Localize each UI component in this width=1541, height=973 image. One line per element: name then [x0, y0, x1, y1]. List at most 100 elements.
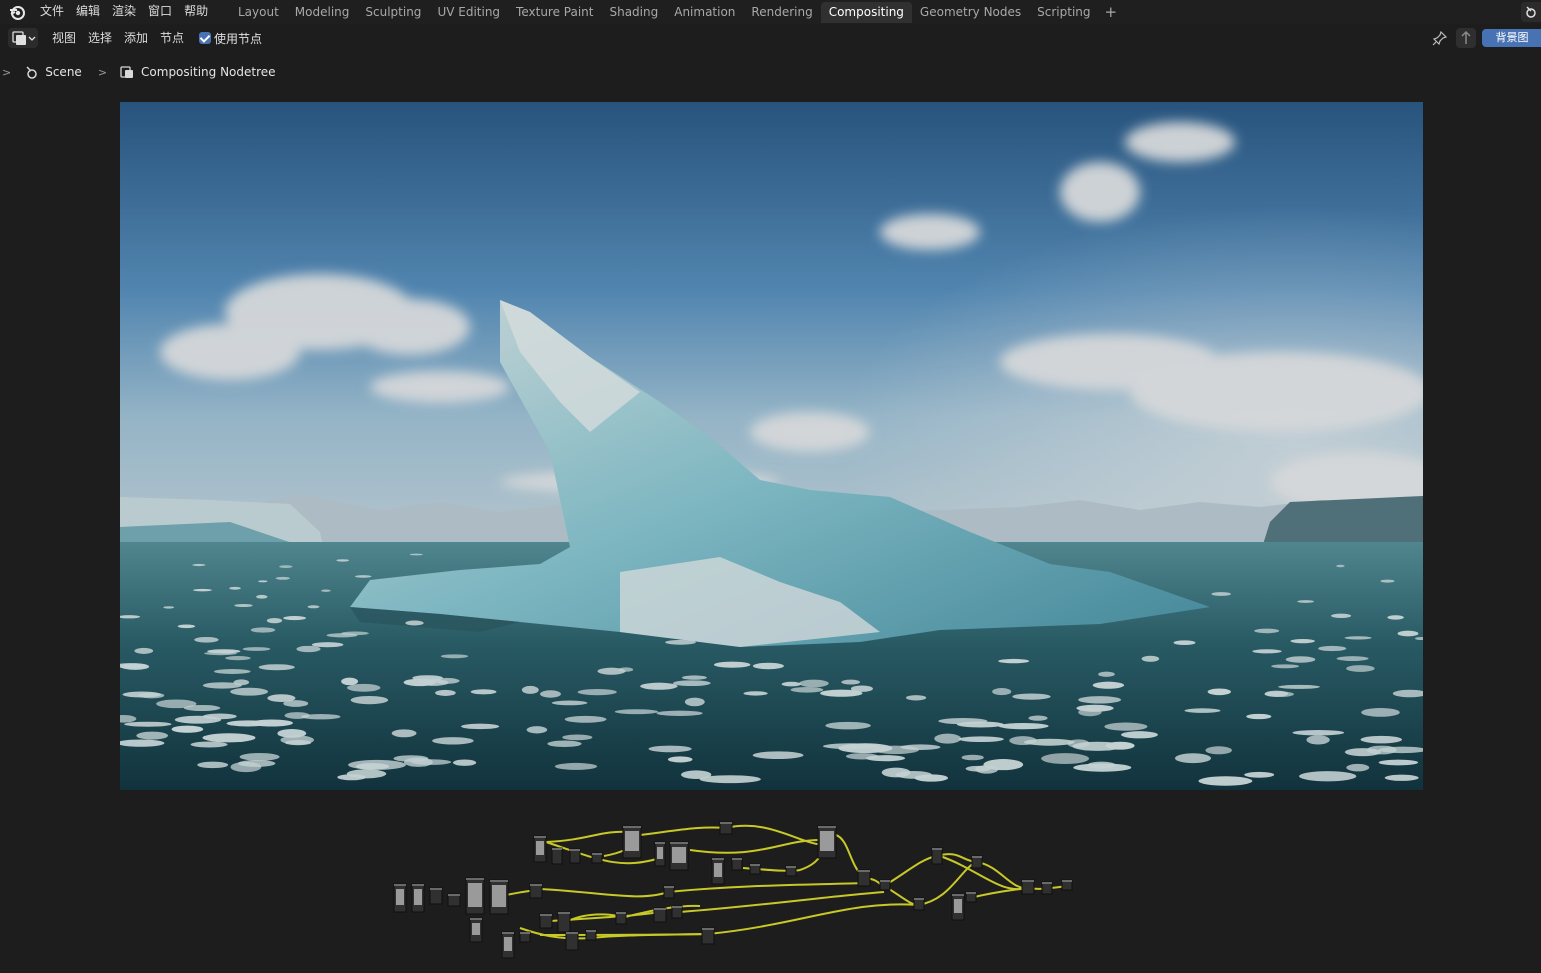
compositor-node[interactable] — [701, 927, 715, 945]
pin-icon[interactable] — [1432, 30, 1448, 46]
compositor-node[interactable] — [654, 841, 666, 867]
compositor-node[interactable] — [489, 879, 509, 915]
node-header — [520, 932, 530, 934]
node-header — [1042, 882, 1052, 884]
compositor-node[interactable] — [393, 883, 407, 913]
node-preview — [504, 937, 512, 951]
menu-help[interactable]: 帮助 — [178, 0, 214, 24]
node-header — [530, 884, 542, 886]
menu-file[interactable]: 文件 — [34, 0, 70, 24]
tab-compositing[interactable]: Compositing — [820, 2, 912, 23]
compositor-node[interactable] — [719, 821, 733, 835]
tab-modeling[interactable]: Modeling — [287, 2, 358, 23]
node-links — [505, 824, 1069, 940]
compositor-node[interactable] — [817, 825, 837, 859]
tab-layout[interactable]: Layout — [230, 2, 287, 23]
menu-window[interactable]: 窗口 — [142, 0, 178, 24]
nodes — [393, 821, 1073, 959]
use-nodes-checkbox[interactable] — [199, 32, 211, 44]
compositor-node[interactable] — [749, 863, 761, 875]
node-link — [639, 826, 727, 836]
use-nodes-toggle[interactable]: 使用节点 — [199, 31, 263, 46]
compositor-node[interactable] — [591, 852, 603, 864]
node-link — [1027, 885, 1069, 890]
compositor-node[interactable] — [671, 905, 683, 919]
compositor-node[interactable] — [965, 891, 977, 903]
editor-type-button[interactable] — [8, 28, 38, 48]
compositor-node[interactable] — [447, 893, 461, 907]
compositor-node[interactable] — [622, 825, 642, 859]
compositor-node[interactable] — [501, 931, 515, 959]
compositor-node[interactable] — [529, 883, 543, 899]
node-preview — [472, 923, 480, 935]
menu-view[interactable]: 视图 — [46, 25, 82, 51]
compositor-node[interactable] — [585, 929, 597, 941]
compositor-node[interactable] — [669, 841, 689, 871]
compositor-node[interactable] — [469, 917, 483, 943]
tab-shading[interactable]: Shading — [601, 2, 666, 23]
chevron-right-icon[interactable]: > — [2, 66, 11, 79]
node-link — [679, 891, 885, 913]
tab-sculpting[interactable]: Sculpting — [357, 2, 429, 23]
tab-geometry-nodes[interactable]: Geometry Nodes — [912, 2, 1029, 23]
menu-select[interactable]: 选择 — [82, 25, 118, 51]
node-header — [502, 932, 514, 934]
compositor-node[interactable] — [411, 883, 425, 913]
node-header — [655, 842, 665, 844]
node-link — [545, 830, 631, 843]
compositor-node[interactable] — [1061, 879, 1073, 891]
backdrop-button[interactable]: 背景图 — [1482, 29, 1541, 47]
compositor-node[interactable] — [565, 931, 579, 951]
compositor-node[interactable] — [539, 913, 553, 929]
node-header — [430, 888, 442, 890]
compositor-node[interactable] — [551, 847, 563, 865]
blender-logo-icon[interactable] — [8, 3, 26, 21]
node-editor-icon — [12, 31, 36, 45]
add-workspace-button[interactable]: + — [1099, 2, 1124, 23]
compositor-node[interactable] — [857, 869, 871, 887]
tab-uv-editing[interactable]: UV Editing — [429, 2, 508, 23]
node-header — [786, 866, 796, 868]
compositor-node[interactable] — [519, 931, 531, 943]
compositor-node[interactable] — [533, 835, 547, 863]
scene-selector-button[interactable] — [1521, 2, 1541, 22]
compositor-node[interactable] — [731, 857, 743, 871]
compositor-node[interactable] — [429, 887, 443, 905]
node-header — [623, 826, 641, 828]
node-link — [539, 888, 669, 898]
tab-scripting[interactable]: Scripting — [1029, 2, 1098, 23]
parent-node-tree-button[interactable] — [1456, 28, 1476, 48]
compositor-node[interactable] — [879, 879, 891, 891]
compositor-node[interactable] — [465, 877, 485, 915]
node-header — [1022, 880, 1034, 882]
menu-edit[interactable]: 编辑 — [70, 0, 106, 24]
node-link — [519, 927, 591, 940]
compositor-node[interactable] — [663, 885, 675, 899]
compositor-node[interactable] — [569, 848, 581, 864]
tab-animation[interactable]: Animation — [666, 2, 743, 23]
menu-render[interactable]: 渲染 — [106, 0, 142, 24]
compositor-node[interactable] — [615, 911, 627, 925]
compositor-node[interactable] — [913, 897, 925, 911]
compositor-node[interactable] — [711, 857, 725, 885]
scene-icon — [26, 66, 37, 79]
menu-node[interactable]: 节点 — [154, 25, 190, 51]
compositor-node[interactable] — [951, 893, 965, 921]
node-header — [712, 858, 724, 860]
iceberg-render — [120, 102, 1423, 790]
compositor-node[interactable] — [653, 907, 667, 923]
compositor-node[interactable] — [1021, 879, 1035, 895]
compositor-node[interactable] — [971, 855, 983, 869]
node-header — [858, 870, 870, 872]
use-nodes-label: 使用节点 — [214, 31, 263, 46]
compositor-node[interactable] — [785, 865, 797, 877]
menu-add[interactable]: 添加 — [118, 25, 154, 51]
compositor-node[interactable] — [557, 911, 571, 933]
node-preview — [820, 831, 834, 851]
compositor-node[interactable] — [1041, 881, 1053, 895]
node-link — [969, 887, 1029, 899]
main-menu: 文件 编辑 渲染 窗口 帮助 — [34, 0, 214, 24]
compositor-node[interactable] — [931, 847, 943, 865]
tab-rendering[interactable]: Rendering — [743, 2, 820, 23]
tab-texture-paint[interactable]: Texture Paint — [508, 2, 601, 23]
